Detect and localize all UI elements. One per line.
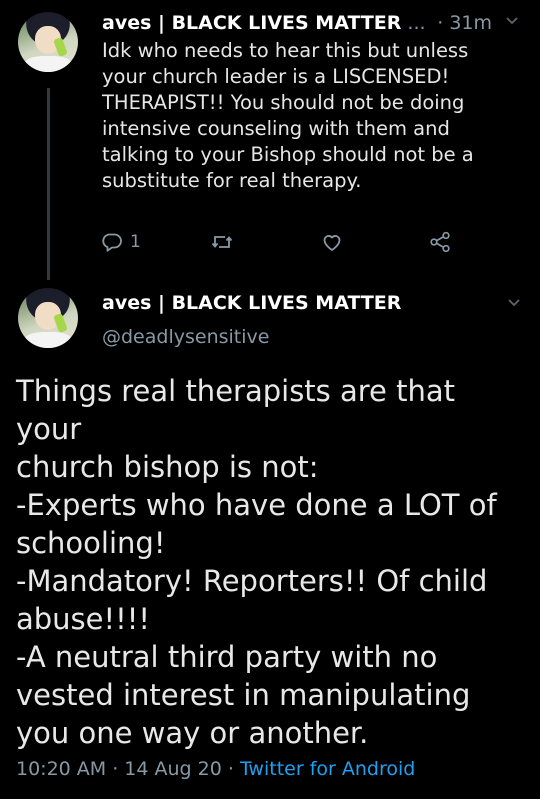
tweet-actions: 1 [100,228,460,256]
avatar[interactable] [18,12,78,72]
chevron-down-icon[interactable] [504,12,520,28]
retweet-icon [211,236,233,248]
tweet-reply-context[interactable]: aves | BLACK LIVES MATTER... · 31m Idk w… [0,0,540,280]
chevron-down-icon[interactable] [506,294,522,310]
avatar-shirt [24,332,72,348]
display-name[interactable]: aves | BLACK LIVES MATTER [102,290,401,316]
reply-count: 1 [130,232,141,252]
user-handle[interactable]: @deadlysensitive [102,324,269,350]
tweet-time[interactable]: · 31m [437,10,492,36]
display-name[interactable]: aves | BLACK LIVES MATTER [102,12,401,34]
tweet-text: Idk who needs to hear this but unless yo… [102,39,474,192]
avatar-shirt [24,56,72,72]
tweet-source-link[interactable]: Twitter for Android [240,758,415,780]
reply-icon [102,233,122,252]
avatar-phone [53,37,68,57]
like-button[interactable] [320,228,344,256]
reply-button[interactable]: 1 [100,228,141,256]
tweet-timestamp: 10:20 AM · 14 Aug 20 · [16,758,240,780]
tweet-header: aves | BLACK LIVES MATTER... · 31m [102,10,522,36]
thread-line [47,88,50,280]
retweet-button[interactable] [210,228,234,256]
tweet-text: Things real therapists are that your chu… [16,374,497,750]
share-button[interactable] [428,228,452,256]
tweet-main: aves | BLACK LIVES MATTER @deadlysensiti… [0,280,540,799]
share-icon [430,231,450,253]
tweet-meta: 10:20 AM · 14 Aug 20 · Twitter for Andro… [16,756,415,782]
avatar[interactable] [18,288,78,348]
avatar-phone [53,313,68,333]
name-truncation: ... [407,12,426,34]
like-icon [323,235,341,251]
